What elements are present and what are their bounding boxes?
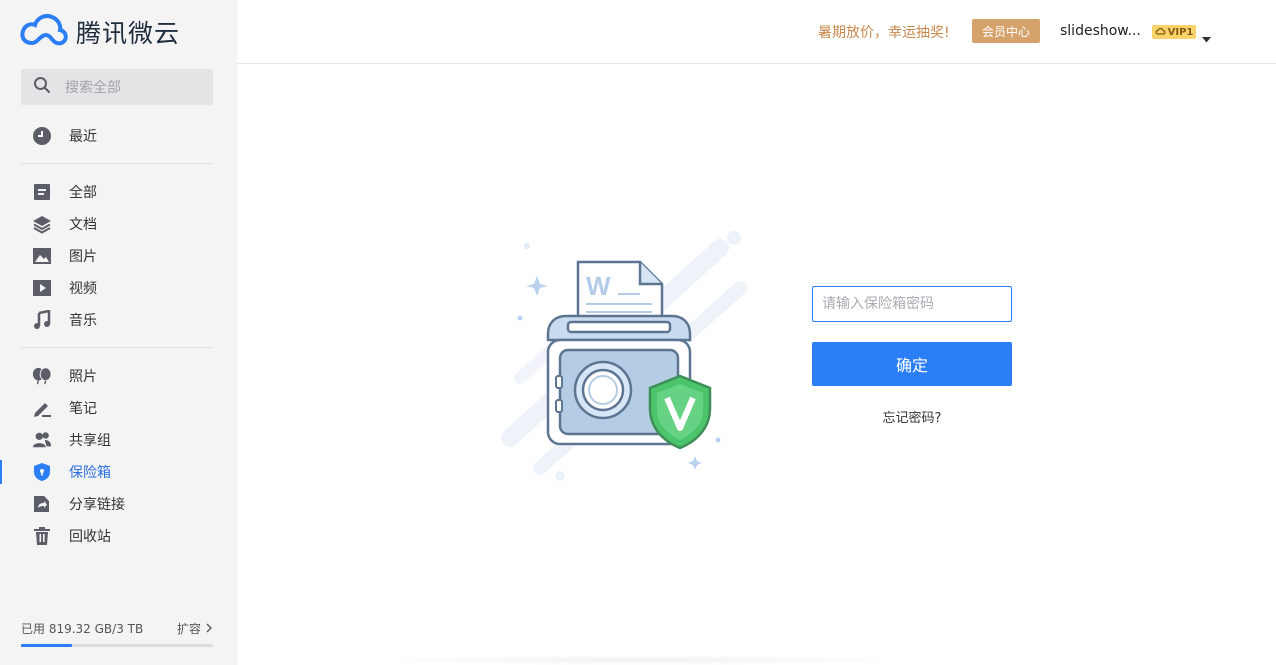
trash-icon [32, 526, 52, 546]
vip-level: VIP1 [1167, 26, 1194, 38]
logo[interactable]: 腾讯微云 [20, 12, 180, 52]
sidebar-item-share-groups[interactable]: 共享组 [0, 424, 237, 456]
username[interactable]: slideshow... [1060, 23, 1141, 39]
vip-center-button[interactable]: 会员中心 [972, 19, 1040, 43]
sidebar-item-label: 回收站 [69, 529, 111, 545]
sidebar-divider [21, 163, 213, 164]
pen-icon [32, 398, 52, 418]
cloud-icon [1155, 27, 1166, 38]
sidebar-item-all[interactable]: 全部 [0, 176, 237, 208]
storage-info: 已用 819.32 GB/3 TB 扩容 [21, 620, 213, 647]
sidebar-item-label: 照片 [69, 369, 97, 385]
sidebar-item-images[interactable]: 图片 [0, 240, 237, 272]
play-icon [32, 278, 52, 298]
sidebar-item-label: 视频 [69, 281, 97, 297]
promo-link[interactable]: 暑期放价，幸运抽奖! [818, 22, 950, 42]
app-window: 腾讯微云 搜索全部 最近 全部 文档 图片 视频 音乐 照片 笔记 共享组 保险… [0, 0, 1276, 665]
sidebar-item-label: 分享链接 [69, 497, 125, 513]
sidebar-item-recent[interactable]: 最近 [0, 120, 237, 152]
expand-label: 扩容 [176, 622, 201, 636]
sidebar-item-videos[interactable]: 视频 [0, 272, 237, 304]
sidebar-item-label: 全部 [69, 185, 97, 201]
sidebar: 腾讯微云 搜索全部 最近 全部 文档 图片 视频 音乐 照片 笔记 共享组 保险… [0, 0, 237, 665]
storage-used-text: 已用 819.32 GB/3 TB [21, 622, 144, 636]
vip-badge: VIP1 [1152, 25, 1196, 39]
storage-progress-fill [21, 644, 73, 647]
shield-icon [32, 462, 52, 482]
logo-text: 腾讯微云 [76, 19, 181, 48]
layers-icon [32, 214, 52, 234]
sidebar-item-label: 音乐 [69, 313, 97, 329]
music-icon [32, 310, 52, 330]
sidebar-item-label: 保险箱 [69, 465, 111, 481]
confirm-button[interactable]: 确定 [812, 342, 1012, 386]
sidebar-item-music[interactable]: 音乐 [0, 304, 237, 336]
forgot-password-link[interactable]: 忘记密码? [812, 407, 1012, 426]
svg-text:W: W [586, 271, 611, 301]
search-box[interactable]: 搜索全部 [21, 69, 213, 105]
sidebar-item-trash[interactable]: 回收站 [0, 520, 237, 552]
share-icon [32, 494, 52, 514]
sidebar-item-label: 图片 [69, 249, 97, 265]
vault-password-input[interactable] [812, 286, 1012, 322]
sidebar-item-share-links[interactable]: 分享链接 [0, 488, 237, 520]
balloons-icon [32, 366, 52, 386]
sidebar-item-label: 共享组 [69, 433, 111, 449]
vault-illustration: W [500, 228, 750, 488]
caret-down-icon[interactable] [1202, 28, 1211, 47]
users-icon [32, 430, 52, 450]
sidebar-item-label: 笔记 [69, 401, 97, 417]
sidebar-item-vault[interactable]: 保险箱 [0, 456, 237, 488]
bottom-shadow [360, 655, 920, 665]
top-bar: 暑期放价，幸运抽奖! 会员中心 slideshow... VIP1 [237, 0, 1276, 64]
sidebar-item-notes[interactable]: 笔记 [0, 392, 237, 424]
sidebar-nav: 最近 全部 文档 图片 视频 音乐 照片 笔记 共享组 保险箱 分享链接 回收站 [0, 120, 237, 552]
chevron-right-icon [205, 622, 213, 636]
storage-progress-bar [21, 644, 213, 647]
image-icon [32, 246, 52, 266]
search-placeholder: 搜索全部 [65, 80, 121, 96]
cloud-logo-icon [20, 13, 68, 51]
expand-storage-link[interactable]: 扩容 [177, 620, 213, 637]
sidebar-divider [21, 347, 213, 348]
search-icon [33, 76, 51, 98]
sidebar-item-label: 文档 [69, 217, 97, 233]
clock-icon [32, 126, 52, 146]
sidebar-item-docs[interactable]: 文档 [0, 208, 237, 240]
file-icon [32, 182, 52, 202]
sidebar-item-label: 最近 [69, 129, 97, 145]
sidebar-item-photos[interactable]: 照片 [0, 360, 237, 392]
